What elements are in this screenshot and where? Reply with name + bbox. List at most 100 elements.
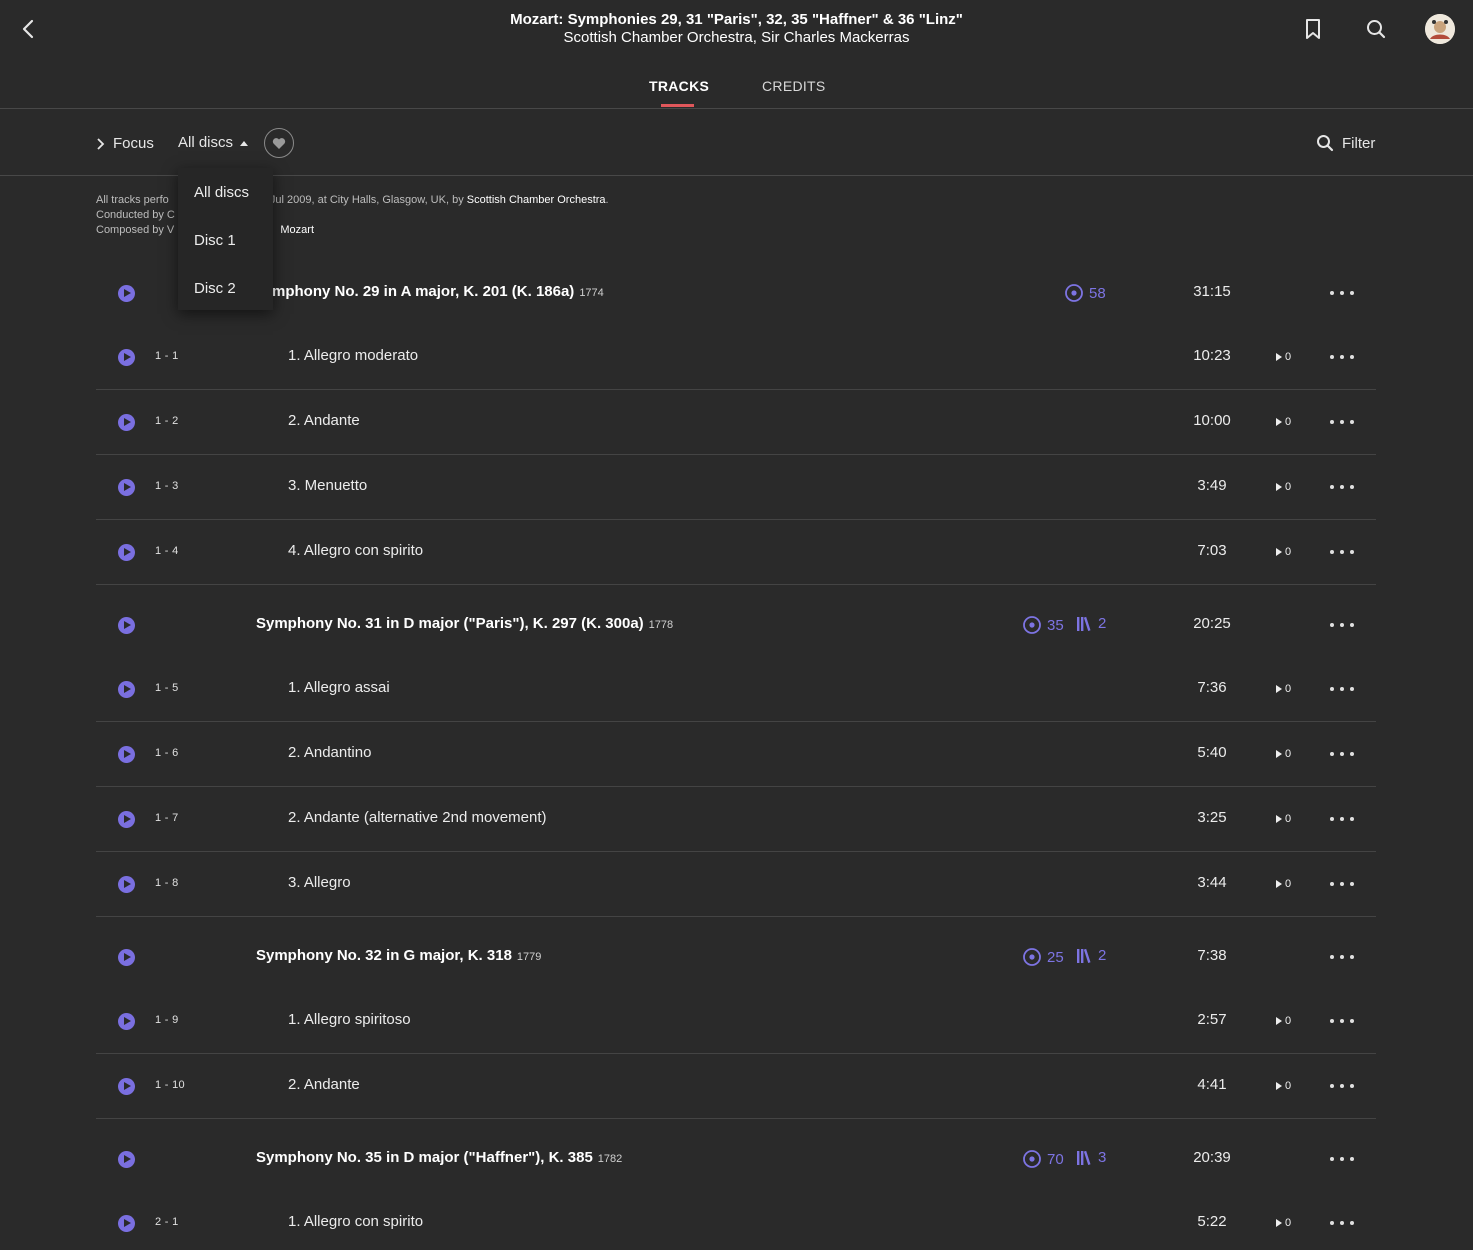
play-track-button[interactable] — [118, 681, 135, 698]
play-work-button[interactable] — [118, 1151, 135, 1168]
play-count[interactable]: 0 — [1275, 546, 1291, 558]
more-options-icon[interactable] — [1330, 1218, 1354, 1228]
track-number: 2 - 1 — [155, 1216, 179, 1228]
play-count-icon — [1276, 548, 1282, 556]
play-count[interactable]: 0 — [1275, 813, 1291, 825]
play-track-button[interactable] — [118, 414, 135, 431]
work-title[interactable]: Symphony No. 35 in D major ("Haffner"), … — [256, 1149, 622, 1166]
track-name[interactable]: 1. Allegro assai — [288, 679, 390, 696]
play-track-button[interactable] — [118, 746, 135, 763]
track-duration: 5:40 — [1197, 744, 1227, 761]
play-count[interactable]: 0 — [1275, 1080, 1291, 1092]
play-track-button[interactable] — [118, 1013, 135, 1030]
more-options-icon[interactable] — [1330, 1154, 1354, 1164]
play-count[interactable]: 0 — [1275, 878, 1291, 890]
user-avatar[interactable] — [1425, 14, 1455, 44]
play-count[interactable]: 0 — [1275, 416, 1291, 428]
search-icon — [1317, 135, 1334, 152]
play-track-button[interactable] — [118, 544, 135, 561]
play-count-value: 0 — [1285, 546, 1292, 558]
play-count[interactable]: 0 — [1275, 1217, 1291, 1229]
more-options-icon[interactable] — [1330, 417, 1354, 427]
tab-tracks[interactable]: TRACKS — [649, 78, 709, 94]
tab-bar: TRACKS CREDITS — [0, 78, 1473, 108]
tab-credits[interactable]: CREDITS — [762, 78, 826, 94]
listeners-stat[interactable]: 70 — [1022, 1149, 1064, 1169]
more-options-icon[interactable] — [1330, 547, 1354, 557]
work-title[interactable]: mphony No. 29 in A major, K. 201 (K. 186… — [272, 283, 604, 300]
play-work-button[interactable] — [118, 285, 135, 302]
more-options-icon[interactable] — [1330, 288, 1354, 298]
track-name[interactable]: 1. Allegro con spirito — [288, 1213, 423, 1230]
orchestra-link[interactable]: Scottish Chamber Orchestra — [467, 194, 606, 206]
listeners-stat[interactable]: 35 — [1022, 615, 1064, 635]
play-track-button[interactable] — [118, 1078, 135, 1095]
play-count[interactable]: 0 — [1275, 1015, 1291, 1027]
play-track-button[interactable] — [118, 811, 135, 828]
dropdown-option-all-discs[interactable]: All discs — [194, 184, 249, 201]
play-count-value: 0 — [1285, 1015, 1292, 1027]
play-work-button[interactable] — [118, 617, 135, 634]
track-name[interactable]: 3. Allegro — [288, 874, 351, 891]
track-name[interactable]: 2. Andante — [288, 412, 360, 429]
more-options-icon[interactable] — [1330, 749, 1354, 759]
play-count[interactable]: 0 — [1275, 481, 1291, 493]
bookmark-icon[interactable] — [1301, 17, 1325, 41]
album-artist[interactable]: Scottish Chamber Orchestra, Sir Charles … — [0, 29, 1473, 47]
track-name[interactable]: 1. Allegro moderato — [288, 347, 418, 364]
more-options-icon[interactable] — [1330, 352, 1354, 362]
track-name[interactable]: 3. Menuetto — [288, 477, 367, 494]
track-number: 1 - 2 — [155, 415, 179, 427]
dropdown-option-disc-1[interactable]: Disc 1 — [194, 232, 236, 249]
listeners-count: 70 — [1047, 1150, 1064, 1168]
work-title[interactable]: Symphony No. 32 in G major, K. 318 1779 — [256, 947, 541, 964]
more-options-icon[interactable] — [1330, 814, 1354, 824]
more-options-icon[interactable] — [1330, 1081, 1354, 1091]
track-duration: 4:41 — [1197, 1076, 1227, 1093]
dropdown-option-disc-2[interactable]: Disc 2 — [194, 280, 236, 297]
more-options-icon[interactable] — [1330, 879, 1354, 889]
track-name[interactable]: 4. Allegro con spirito — [288, 542, 423, 559]
track-number: 1 - 1 — [155, 350, 179, 362]
play-work-button[interactable] — [118, 949, 135, 966]
work-title[interactable]: Symphony No. 31 in D major ("Paris"), K.… — [256, 615, 673, 632]
more-options-icon[interactable] — [1330, 1016, 1354, 1026]
avatar-image-icon — [1425, 14, 1455, 44]
play-count[interactable]: 0 — [1275, 748, 1291, 760]
filter-button[interactable]: Filter — [1316, 134, 1375, 152]
play-track-button[interactable] — [118, 876, 135, 893]
favorite-button[interactable] — [264, 128, 294, 158]
disc-select[interactable]: All discs — [178, 134, 249, 151]
disc-dropdown-menu: All discs Disc 1 Disc 2 — [178, 168, 273, 310]
libraries-stat[interactable]: 2 — [1076, 615, 1106, 632]
track-name[interactable]: 2. Andante (alternative 2nd movement) — [288, 809, 547, 826]
more-options-icon[interactable] — [1330, 482, 1354, 492]
listeners-stat[interactable]: 25 — [1022, 947, 1064, 967]
listeners-icon — [1023, 1150, 1041, 1168]
play-track-button[interactable] — [118, 479, 135, 496]
libraries-stat[interactable]: 3 — [1076, 1149, 1106, 1166]
work-duration: 7:38 — [1197, 947, 1227, 964]
play-track-button[interactable] — [118, 1215, 135, 1232]
library-icon — [1077, 1150, 1091, 1165]
track-duration: 3:25 — [1197, 809, 1227, 826]
play-track-button[interactable] — [118, 349, 135, 366]
track-duration: 10:00 — [1193, 412, 1231, 429]
focus-button[interactable]: Focus — [95, 135, 154, 152]
composer-link[interactable]: Mozart — [280, 224, 314, 236]
more-options-icon[interactable] — [1330, 952, 1354, 962]
play-count[interactable]: 0 — [1275, 683, 1291, 695]
play-count[interactable]: 0 — [1275, 351, 1291, 363]
play-count-icon — [1276, 1082, 1282, 1090]
more-options-icon[interactable] — [1330, 620, 1354, 630]
track-name[interactable]: 2. Andantino — [288, 744, 371, 761]
listeners-stat[interactable]: 58 — [1064, 283, 1106, 303]
track-name[interactable]: 1. Allegro spiritoso — [288, 1011, 411, 1028]
listeners-icon — [1065, 284, 1083, 302]
search-icon[interactable] — [1364, 17, 1388, 41]
libraries-stat[interactable]: 2 — [1076, 947, 1106, 964]
play-count-icon — [1276, 1219, 1282, 1227]
track-name[interactable]: 2. Andante — [288, 1076, 360, 1093]
more-options-icon[interactable] — [1330, 684, 1354, 694]
play-count-icon — [1276, 1017, 1282, 1025]
